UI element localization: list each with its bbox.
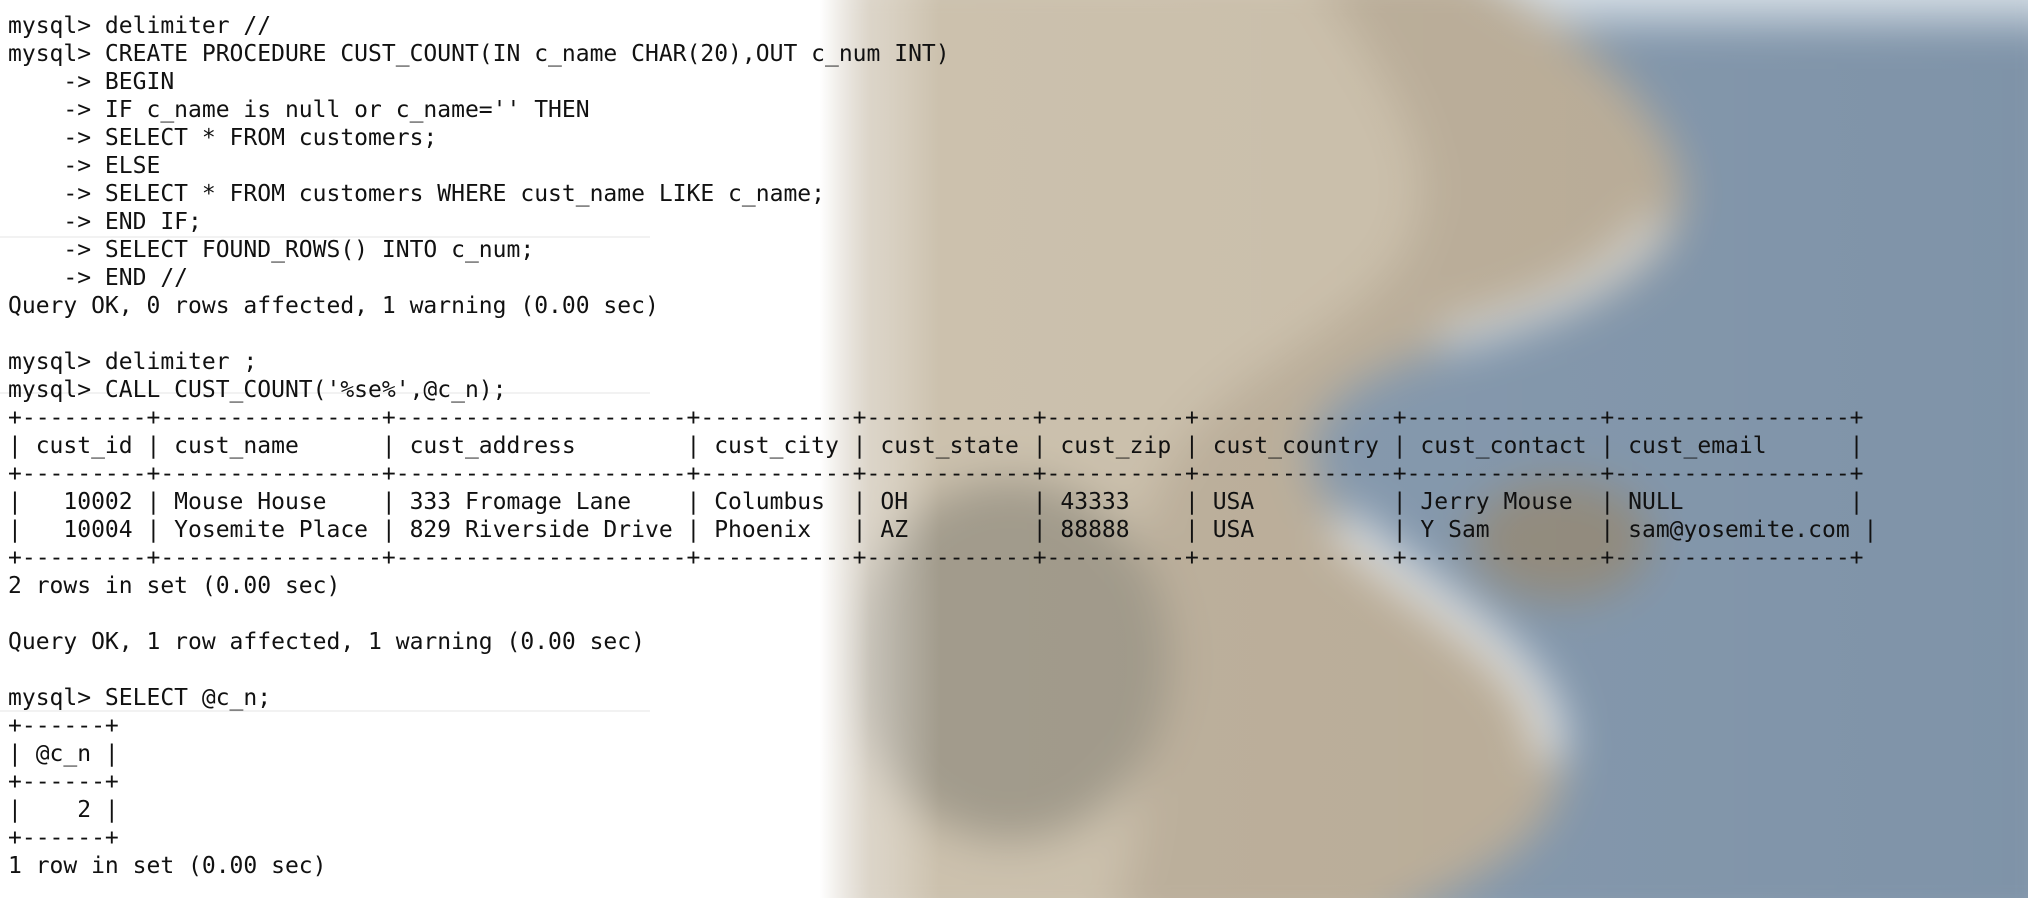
terminal-line: +------+ xyxy=(8,769,119,795)
terminal-line: -> SELECT * FROM customers WHERE cust_na… xyxy=(8,181,825,207)
terminal-line: -> SELECT * FROM customers; xyxy=(8,125,438,151)
terminal-line: -> ELSE xyxy=(8,153,161,179)
terminal-line: | 10004 | Yosemite Place | 829 Riverside… xyxy=(8,517,1878,543)
terminal-line: mysql> CREATE PROCEDURE CUST_COUNT(IN c_… xyxy=(8,41,950,67)
terminal-line: mysql> delimiter ; xyxy=(8,349,258,375)
terminal-line: -> BEGIN xyxy=(8,69,175,95)
terminal-output: mysql> delimiter //mysql> CREATE PROCEDU… xyxy=(0,0,2028,880)
terminal-line: +---------+----------------+------------… xyxy=(8,545,1864,571)
terminal-line: | cust_id | cust_name | cust_address | c… xyxy=(8,433,1864,459)
terminal-line: +---------+----------------+------------… xyxy=(8,405,1864,431)
terminal-line: +------+ xyxy=(8,825,119,851)
terminal-line: -> END // xyxy=(8,265,189,291)
terminal-line: mysql> CALL CUST_COUNT('%se%',@c_n); xyxy=(8,377,507,403)
terminal-line: -> IF c_name is null or c_name='' THEN xyxy=(8,97,590,123)
terminal-line: -> SELECT FOUND_ROWS() INTO c_num; xyxy=(8,237,535,263)
terminal-window[interactable]: mysql> delimiter //mysql> CREATE PROCEDU… xyxy=(0,0,2028,898)
terminal-line: +---------+----------------+------------… xyxy=(8,461,1864,487)
terminal-line: Query OK, 0 rows affected, 1 warning (0.… xyxy=(8,293,659,319)
terminal-line: | @c_n | xyxy=(8,741,119,767)
terminal-line: +------+ xyxy=(8,713,119,739)
terminal-line: | 2 | xyxy=(8,797,119,823)
terminal-line: -> END IF; xyxy=(8,209,202,235)
terminal-line: Query OK, 1 row affected, 1 warning (0.0… xyxy=(8,629,645,655)
terminal-line: mysql> SELECT @c_n; xyxy=(8,685,272,711)
terminal-line: 2 rows in set (0.00 sec) xyxy=(8,573,341,599)
terminal-line: mysql> delimiter // xyxy=(8,13,272,39)
terminal-line: | 10002 | Mouse House | 333 Fromage Lane… xyxy=(8,489,1864,515)
terminal-line: 1 row in set (0.00 sec) xyxy=(8,853,327,879)
